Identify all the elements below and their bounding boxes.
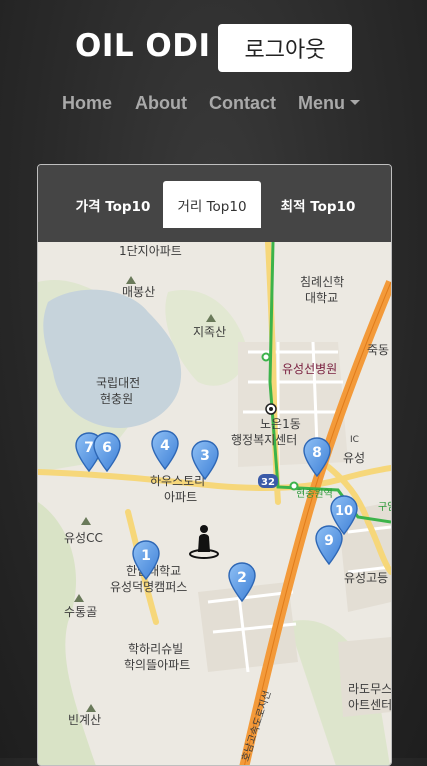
map-label: 행정복지센터 <box>231 432 297 447</box>
nav-menu-dropdown[interactable]: Menu <box>298 93 360 114</box>
map-label: 아파트 <box>164 490 197 504</box>
map-label: 유성덕명캠퍼스 <box>110 580 187 594</box>
tab-distance-top10[interactable]: 거리 Top10 <box>163 181 261 228</box>
results-panel: 가격 Top10 거리 Top10 최적 Top10 32 1단지아파트 매봉산… <box>37 164 392 766</box>
marker-number: 2 <box>237 570 247 586</box>
marker-number: 8 <box>312 445 322 461</box>
map-label: 1단지아파트 <box>119 244 182 258</box>
station-dot <box>261 352 271 362</box>
map-label: 학하리슈빌 <box>128 642 183 656</box>
map-label: 라도무스 <box>348 682 391 696</box>
map-view[interactable]: 32 1단지아파트 매봉산 지족산 국립대전 현충원 침례신학 대학교 유성선병… <box>38 242 391 766</box>
map-label: 학의뜰아파트 <box>124 658 190 672</box>
caret-down-icon <box>350 99 360 105</box>
map-label: 죽동 <box>367 343 389 357</box>
map-label: 빈계산 <box>68 713 101 727</box>
brand-title[interactable]: OIL ODI <box>75 28 211 64</box>
map-label: 현충원 <box>100 392 133 406</box>
nav-menu-label: Menu <box>298 93 345 113</box>
main-nav: Home About Contact Menu <box>0 93 427 117</box>
map-label: 노은1동 <box>260 417 301 431</box>
map-label: 유성CC <box>64 531 103 545</box>
marker-number: 9 <box>324 533 334 549</box>
route-number: 32 <box>261 477 275 488</box>
map-label: 침례신학 <box>300 275 344 289</box>
marker-number: 3 <box>200 448 210 464</box>
marker-number: 1 <box>141 548 151 564</box>
map-label: 대학교 <box>305 291 338 305</box>
tab-bar: 가격 Top10 거리 Top10 최적 Top10 <box>38 165 391 243</box>
map-label: 유성 <box>343 451 365 465</box>
map-label: 매봉산 <box>122 285 155 299</box>
marker-number: 6 <box>102 440 112 456</box>
map-label: IC <box>350 435 359 445</box>
map-label: 유성고등 <box>344 571 388 585</box>
map-label: 지족산 <box>193 325 226 339</box>
map-label: 현충원역 <box>296 488 333 500</box>
map-label: 유성선병원 <box>282 362 337 376</box>
nav-home[interactable]: Home <box>62 93 112 114</box>
map-label: 국립대전 <box>96 376 140 390</box>
marker-number: 4 <box>160 438 170 454</box>
map-label: 하우스토리 <box>150 474 205 488</box>
tab-price-top10[interactable]: 가격 Top10 <box>68 181 158 228</box>
map-label: 아트센터 <box>348 698 391 712</box>
logout-button[interactable]: 로그아웃 <box>218 24 352 72</box>
nav-about[interactable]: About <box>135 93 187 114</box>
map-label: 수통골 <box>64 605 97 619</box>
map-label: 구암역 <box>378 501 391 513</box>
nav-contact[interactable]: Contact <box>209 93 276 114</box>
marker-number: 10 <box>335 504 353 519</box>
marker-number: 7 <box>84 440 94 456</box>
tab-optimal-top10[interactable]: 최적 Top10 <box>269 181 367 228</box>
